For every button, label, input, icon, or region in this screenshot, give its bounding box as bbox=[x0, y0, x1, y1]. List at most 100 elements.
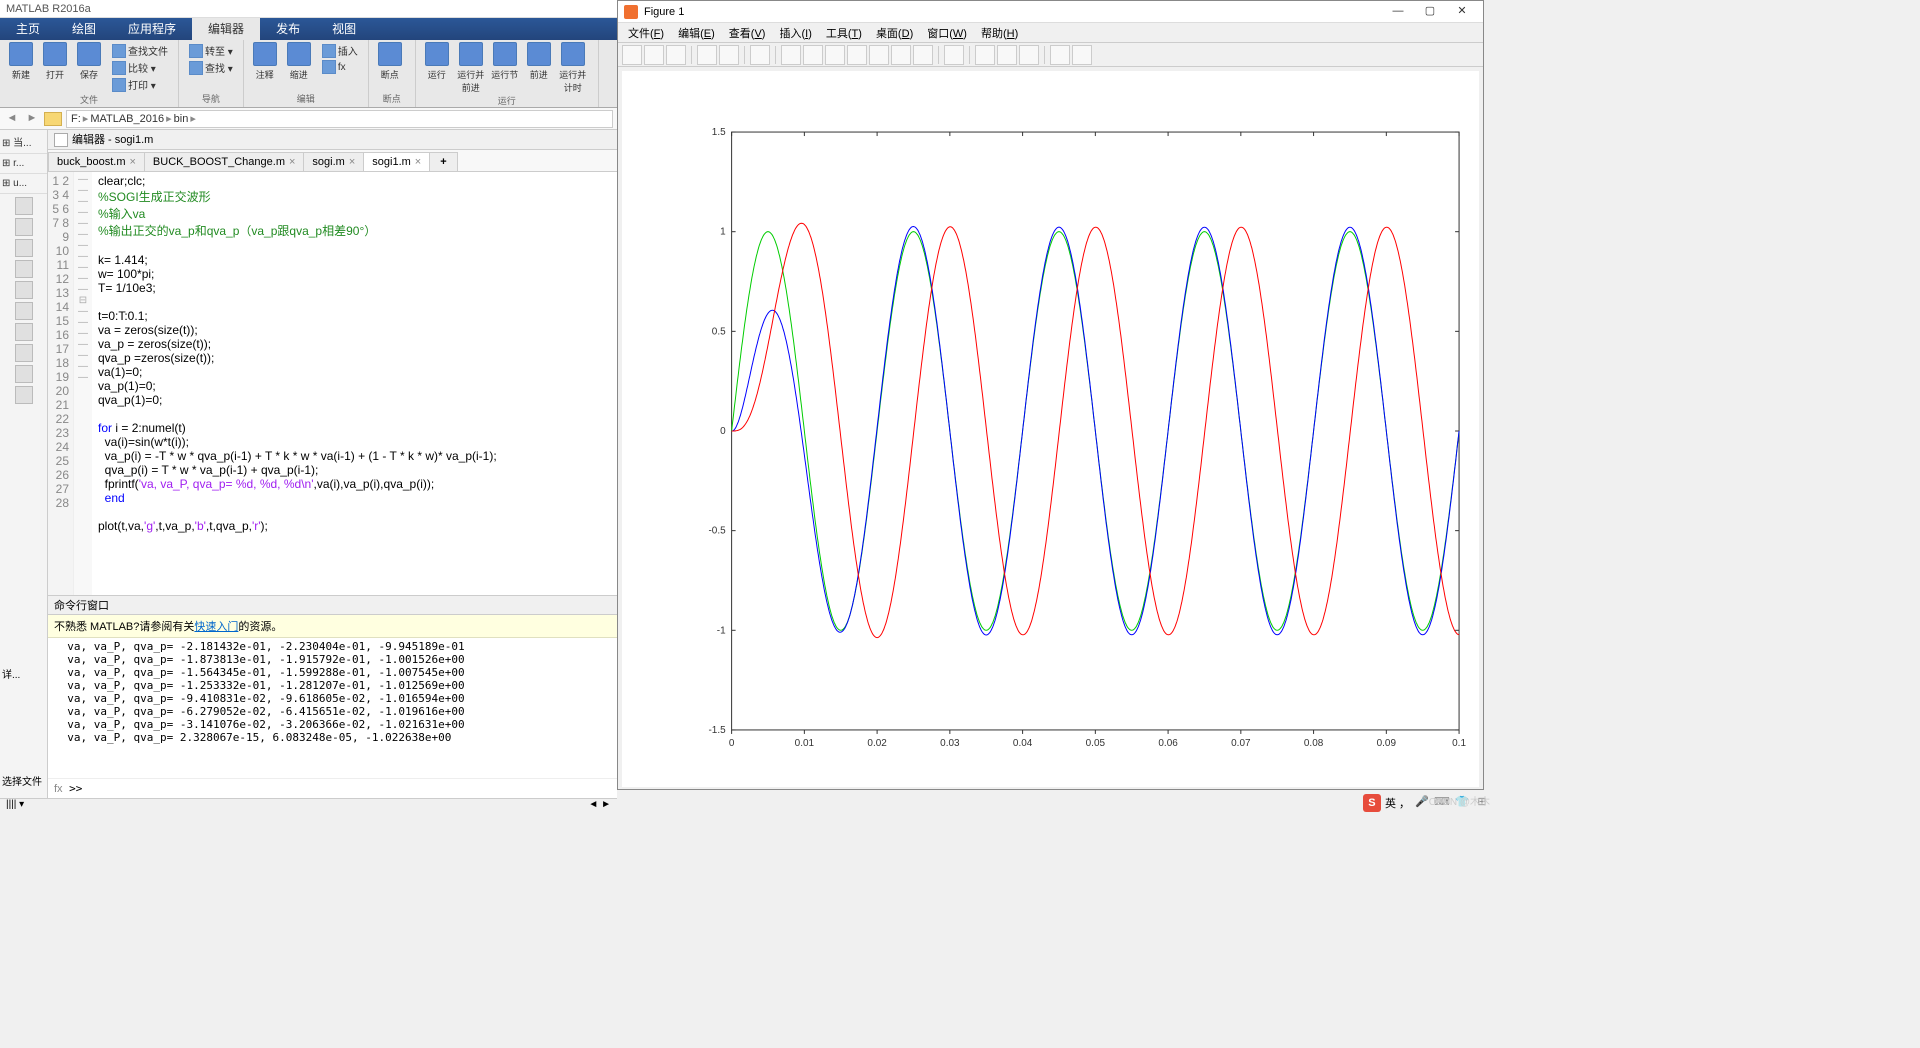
path-segment[interactable]: F: bbox=[71, 111, 81, 127]
side-tool-icon[interactable] bbox=[15, 218, 33, 236]
side-tool-icon[interactable] bbox=[15, 197, 33, 215]
code-area[interactable]: 1 2 3 4 5 6 7 8 9 10 11 12 13 14 15 16 1… bbox=[48, 172, 617, 595]
side-tool-icon[interactable] bbox=[15, 365, 33, 383]
ribbon-btn[interactable]: 新建 bbox=[6, 42, 36, 81]
ime-mic-icon[interactable]: 🎤 bbox=[1414, 795, 1430, 811]
file-tab[interactable]: sogi1.m × bbox=[363, 152, 430, 171]
fig-tool-button[interactable] bbox=[913, 45, 933, 65]
menu-W[interactable]: 窗口(W) bbox=[921, 23, 973, 42]
menu-F[interactable]: 文件(F) bbox=[622, 23, 670, 42]
ribbon-btn[interactable]: 运行节 bbox=[490, 42, 520, 81]
command-window-body[interactable]: va, va_P, qva_p= -2.181432e-01, -2.23040… bbox=[48, 638, 617, 778]
ribbon-btn[interactable]: 注释 bbox=[250, 42, 280, 81]
fig-tool-button[interactable] bbox=[997, 45, 1017, 65]
ribbon-small-btn[interactable]: 转至 ▾ bbox=[185, 42, 237, 59]
menu-D[interactable]: 桌面(D) bbox=[870, 23, 919, 42]
ribbon-tab-4[interactable]: 发布 bbox=[260, 18, 316, 40]
path-box[interactable]: F: ▸ MATLAB_2016 ▸ bin ▸ bbox=[66, 110, 613, 128]
ribbon-tabs: 主页绘图应用程序编辑器发布视图 bbox=[0, 18, 617, 40]
ribbon-small-btn[interactable]: 查找文件 bbox=[108, 42, 172, 59]
side-label-selectfile[interactable]: 选择文件 bbox=[0, 769, 48, 792]
ribbon-btn[interactable]: 运行 bbox=[422, 42, 452, 81]
ribbon-tab-2[interactable]: 应用程序 bbox=[112, 18, 192, 40]
code-lines[interactable]: clear;clc; %SOGI生成正交波形 %输入va %输出正交的va_p和… bbox=[92, 172, 617, 595]
close-icon[interactable]: × bbox=[289, 156, 295, 168]
fig-tool-button[interactable] bbox=[781, 45, 801, 65]
side-tab[interactable]: ⊞ 当... bbox=[0, 130, 47, 154]
file-tab[interactable]: buck_boost.m × bbox=[48, 152, 145, 171]
ribbon-btn[interactable]: 保存 bbox=[74, 42, 104, 81]
fig-tool-button[interactable] bbox=[803, 45, 823, 65]
close-icon[interactable]: × bbox=[349, 156, 355, 168]
ribbon-btn[interactable]: 运行并前进 bbox=[456, 42, 486, 94]
ribbon-btn[interactable]: 前进 bbox=[524, 42, 554, 81]
ribbon-small-btn[interactable]: 插入 bbox=[318, 42, 362, 59]
scroll-arrows[interactable]: ◄ ► bbox=[588, 799, 611, 816]
fig-tool-button[interactable] bbox=[825, 45, 845, 65]
command-prompt[interactable]: fx >> bbox=[48, 778, 617, 798]
side-tool-icon[interactable] bbox=[15, 260, 33, 278]
side-tab[interactable]: ⊞ u... bbox=[0, 174, 47, 194]
maximize-button[interactable]: ▢ bbox=[1415, 3, 1445, 21]
side-tool-icon[interactable] bbox=[15, 239, 33, 257]
menu-V[interactable]: 查看(V) bbox=[723, 23, 772, 42]
ribbon-small-btn[interactable]: 比较 ▾ bbox=[108, 59, 172, 76]
side-tool-icon[interactable] bbox=[15, 302, 33, 320]
ribbon-small-btn[interactable]: fx bbox=[318, 59, 362, 75]
close-button[interactable]: ✕ bbox=[1447, 3, 1477, 21]
figure-canvas[interactable]: 00.010.020.030.040.050.060.070.080.090.1… bbox=[622, 71, 1479, 787]
fig-tool-button[interactable] bbox=[944, 45, 964, 65]
fig-tool-button[interactable] bbox=[697, 45, 717, 65]
matlab-logo-icon bbox=[624, 5, 638, 19]
side-tab[interactable]: ⊞ r... bbox=[0, 154, 47, 174]
ribbon-btn[interactable]: 打开 bbox=[40, 42, 70, 81]
path-segment[interactable]: MATLAB_2016 bbox=[90, 111, 164, 127]
ribbon-small-btn[interactable]: 打印 ▾ bbox=[108, 76, 172, 93]
add-tab-button[interactable]: + bbox=[429, 152, 457, 171]
ribbon-tab-5[interactable]: 视图 bbox=[316, 18, 372, 40]
file-tab[interactable]: sogi.m × bbox=[303, 152, 364, 171]
toolbar-separator bbox=[969, 46, 970, 64]
side-tool-icon[interactable] bbox=[15, 281, 33, 299]
menu-H[interactable]: 帮助(H) bbox=[975, 23, 1024, 42]
fig-tool-button[interactable] bbox=[750, 45, 770, 65]
menu-E[interactable]: 编辑(E) bbox=[672, 23, 721, 42]
figure-titlebar[interactable]: Figure 1 — ▢ ✕ bbox=[618, 1, 1483, 23]
folder-icon[interactable] bbox=[44, 112, 62, 126]
file-tab[interactable]: BUCK_BOOST_Change.m × bbox=[144, 152, 305, 171]
side-tool-icon[interactable] bbox=[15, 323, 33, 341]
menu-T[interactable]: 工具(T) bbox=[820, 23, 868, 42]
fig-tool-button[interactable] bbox=[644, 45, 664, 65]
close-icon[interactable]: × bbox=[415, 156, 421, 168]
minimize-button[interactable]: — bbox=[1383, 3, 1413, 21]
ribbon-tab-3[interactable]: 编辑器 bbox=[192, 18, 260, 40]
side-tool-icon[interactable] bbox=[15, 386, 33, 404]
ribbon-small-btn[interactable]: 查找 ▾ bbox=[185, 59, 237, 76]
fig-tool-button[interactable] bbox=[719, 45, 739, 65]
ribbon-btn[interactable]: 运行并计时 bbox=[558, 42, 588, 94]
hint-link[interactable]: 快速入门 bbox=[194, 621, 238, 633]
fig-tool-button[interactable] bbox=[1019, 45, 1039, 65]
path-segment[interactable]: bin bbox=[174, 111, 189, 127]
nav-fwd-icon[interactable]: ► bbox=[24, 111, 40, 127]
close-icon[interactable]: × bbox=[129, 156, 135, 168]
ribbon-tab-1[interactable]: 绘图 bbox=[56, 18, 112, 40]
fig-tool-button[interactable] bbox=[666, 45, 686, 65]
side-tool-icon[interactable] bbox=[15, 344, 33, 362]
fig-tool-button[interactable] bbox=[1050, 45, 1070, 65]
ribbon-tab-0[interactable]: 主页 bbox=[0, 18, 56, 40]
fig-tool-button[interactable] bbox=[869, 45, 889, 65]
nav-back-icon[interactable]: ◄ bbox=[4, 111, 20, 127]
fig-tool-button[interactable] bbox=[975, 45, 995, 65]
fig-tool-button[interactable] bbox=[622, 45, 642, 65]
fig-tool-button[interactable] bbox=[1072, 45, 1092, 65]
ribbon-btn[interactable]: 断点 bbox=[375, 42, 405, 81]
path-separator-icon: ▸ bbox=[166, 111, 172, 127]
svg-text:-0.5: -0.5 bbox=[708, 526, 726, 537]
menu-I[interactable]: 插入(I) bbox=[773, 23, 817, 42]
ime-icon[interactable]: S bbox=[1363, 794, 1381, 812]
fig-tool-button[interactable] bbox=[891, 45, 911, 65]
side-label-detail[interactable]: 详... bbox=[0, 662, 48, 685]
ribbon-btn[interactable]: 缩进 bbox=[284, 42, 314, 81]
fig-tool-button[interactable] bbox=[847, 45, 867, 65]
